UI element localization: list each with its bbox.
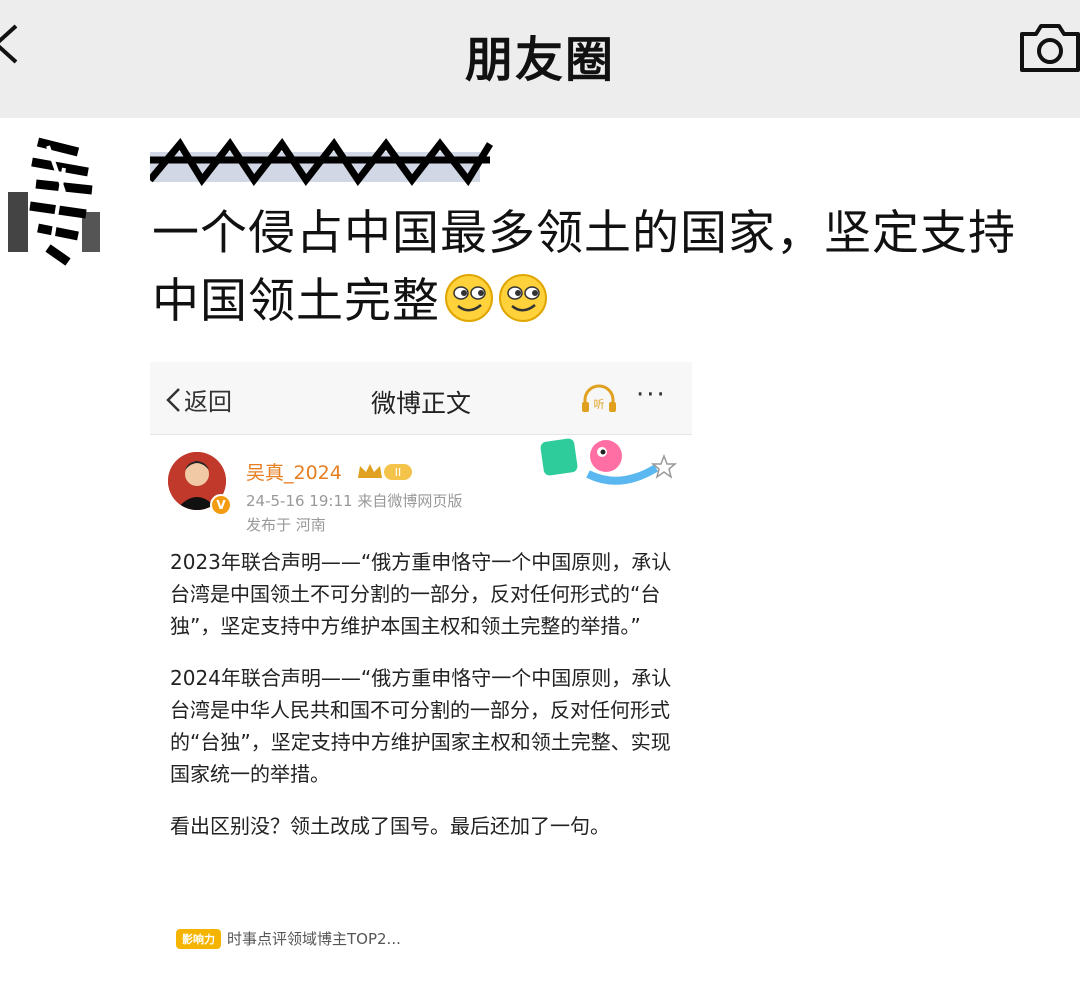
post-text-line: 一个侵占中国最多领土的国家，坚定支持 [152, 206, 1016, 261]
listen-label: 听 [594, 398, 605, 411]
moments-header: 朋友圈 [0, 0, 1080, 118]
decorative-sticker-icon [540, 434, 680, 490]
vip-level: II [395, 466, 402, 479]
poster-username[interactable] [150, 130, 510, 190]
weibo-location: 发布于 河南 [246, 516, 326, 534]
smirk-emoji-icon [498, 273, 548, 323]
weibo-author-name: 吴真_2024 [246, 462, 342, 484]
weibo-paragraph: 2024年联合声明——“俄方重申恪守一个中国原则，承认台湾是中华人民共和国不可分… [170, 666, 672, 786]
weibo-paragraph: 2023年联合声明——“俄方重申恪守一个中国原则，承认台湾是中国领土不可分割的一… [170, 550, 672, 638]
avatar[interactable] [8, 132, 100, 272]
weibo-body: 2023年联合声明——“俄方重申恪守一个中国原则，承认台湾是中国领土不可分割的一… [170, 546, 680, 862]
camera-icon[interactable] [1018, 22, 1080, 74]
post-text-line: 中国领土完整 [152, 268, 1072, 336]
weibo-footer-text: 时事点评领域博主TOP2... [227, 930, 401, 948]
weibo-navbar: 返回 微博正文 听 ··· [150, 362, 692, 435]
page-title: 朋友圈 [464, 32, 615, 88]
weibo-source: 来自微博网页版 [357, 492, 463, 510]
verified-badge-icon: V [210, 494, 232, 516]
vip-crown-icon: II [356, 460, 414, 482]
smirk-emoji-icon [444, 273, 494, 323]
post-text: 一个侵占中国最多领土的国家，坚定支持 中国领土完整 [152, 200, 1072, 336]
more-icon: ··· [636, 380, 667, 410]
weibo-timestamp-source: 24-5-16 19:11 来自微博网页版 [246, 490, 462, 511]
influence-badge: 影响力 [176, 928, 221, 949]
weibo-timestamp: 24-5-16 19:11 [246, 492, 353, 510]
weibo-paragraph: 看出区别没？领土改成了国号。最后还加了一句。 [170, 814, 610, 838]
headphones-icon: 听 [580, 384, 618, 414]
weibo-footer: 影响力 时事点评领域博主TOP2... [176, 928, 401, 949]
weibo-screenshot-image[interactable]: 返回 微博正文 听 ··· V 吴真_2024 II 24-5-16 19:11… [150, 362, 692, 970]
